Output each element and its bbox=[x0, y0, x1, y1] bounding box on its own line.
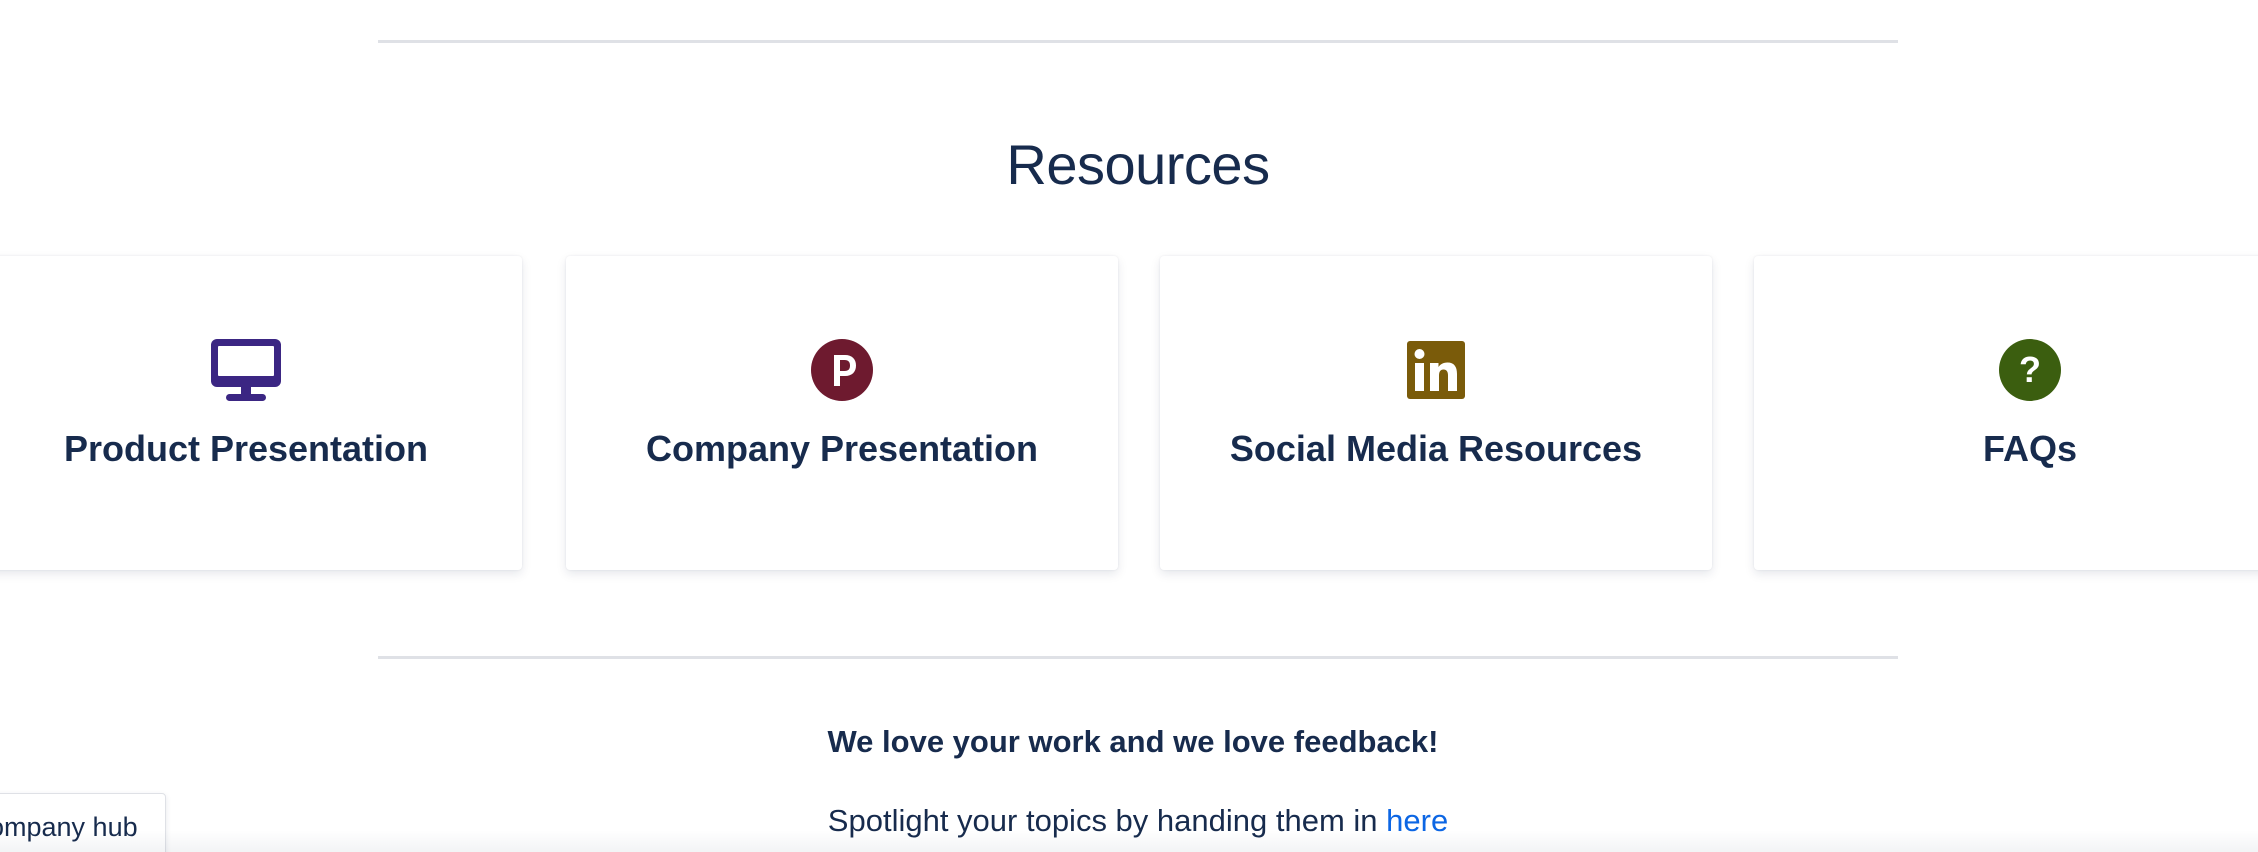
p-circle-icon bbox=[806, 336, 878, 404]
linkedin-icon bbox=[1400, 336, 1472, 404]
feedback-here-link[interactable]: here bbox=[1386, 803, 1448, 838]
card-label: FAQs bbox=[1982, 428, 2078, 469]
svg-text:?: ? bbox=[2019, 349, 2041, 390]
middle-divider bbox=[378, 656, 1898, 659]
card-label: Company Presentation bbox=[645, 428, 1039, 469]
question-circle-icon: ? bbox=[1994, 336, 2066, 404]
card-company-presentation[interactable]: Company Presentation bbox=[566, 256, 1118, 570]
desktop-icon bbox=[210, 336, 282, 404]
top-divider bbox=[378, 40, 1898, 43]
company-hub-label: ompany hub bbox=[0, 812, 138, 842]
feedback-text-label: Spotlight your topics by handing them in bbox=[827, 803, 1387, 838]
feedback-text: Spotlight your topics by handing them in… bbox=[0, 803, 2258, 839]
feedback-heading: We love your work and we love feedback! bbox=[827, 724, 1439, 759]
page: Resources Product Presentation Company P… bbox=[0, 0, 2258, 852]
card-faqs[interactable]: ? FAQs bbox=[1754, 256, 2258, 570]
card-label: Product Presentation bbox=[63, 428, 429, 469]
card-product-presentation[interactable]: Product Presentation bbox=[0, 256, 522, 570]
section-title: Resources bbox=[1006, 133, 1270, 196]
resource-cards: Product Presentation Company Presentatio… bbox=[0, 256, 2258, 572]
company-hub-tab[interactable]: ompany hub bbox=[0, 793, 166, 852]
card-social-media-resources[interactable]: Social Media Resources bbox=[1160, 256, 1712, 570]
card-label: Social Media Resources bbox=[1229, 428, 1643, 469]
